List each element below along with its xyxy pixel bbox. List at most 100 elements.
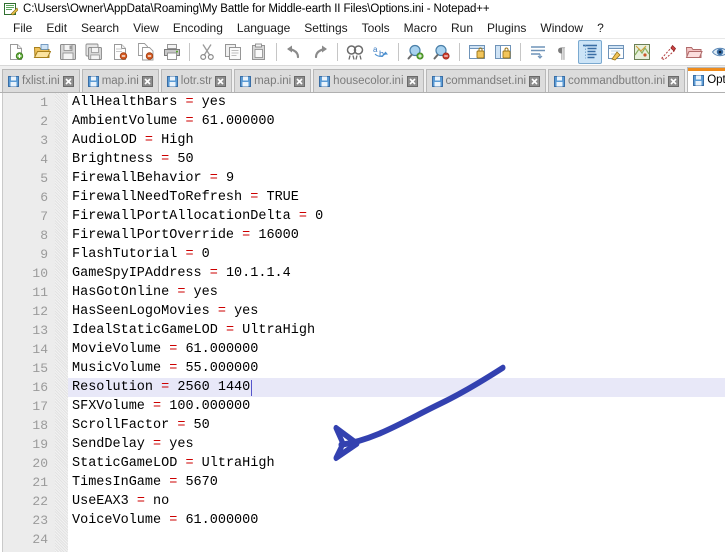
ini-value: UltraHigh xyxy=(201,456,275,471)
folder-as-workspace-icon[interactable] xyxy=(682,40,706,64)
menu-view[interactable]: View xyxy=(126,19,166,37)
tab-commandbutton-ini[interactable]: commandbutton.ini xyxy=(548,69,686,92)
code-line[interactable]: IdealStaticGameLOD = UltraHigh xyxy=(68,321,725,340)
code-line[interactable]: TimesInGame = 5670 xyxy=(68,473,725,492)
close-tab-icon[interactable] xyxy=(141,75,153,87)
close-file-icon[interactable] xyxy=(108,40,132,64)
code-line-content: TimesInGame = 5670 xyxy=(72,473,725,492)
cut-icon[interactable] xyxy=(195,40,219,64)
code-line[interactable]: StaticGameLOD = UltraHigh xyxy=(68,454,725,473)
ini-operator: = xyxy=(209,171,218,186)
word-wrap-icon[interactable] xyxy=(526,40,550,64)
print-icon[interactable] xyxy=(160,40,184,64)
document-map-icon[interactable] xyxy=(630,40,654,64)
line-number: 16 xyxy=(0,378,52,397)
save-icon[interactable] xyxy=(56,40,80,64)
zoom-out-icon[interactable] xyxy=(430,40,454,64)
close-tab-icon[interactable] xyxy=(62,75,74,87)
code-line[interactable]: FlashTutorial = 0 xyxy=(68,245,725,264)
user-defined-language-icon[interactable] xyxy=(604,40,628,64)
line-number-value: 13 xyxy=(32,323,48,338)
close-tab-icon[interactable] xyxy=(215,75,227,87)
tab-lotr-str[interactable]: lotr.str xyxy=(160,69,233,92)
code-line[interactable]: SFXVolume = 100.000000 xyxy=(68,397,725,416)
close-tab-icon[interactable] xyxy=(294,75,306,87)
code-line-content: AudioLOD = High xyxy=(72,131,725,150)
tab-options-ini[interactable]: Options.ini xyxy=(687,67,725,92)
ini-value: TRUE xyxy=(266,190,299,205)
code-line[interactable]: SendDelay = yes xyxy=(68,435,725,454)
ini-operator: = xyxy=(185,247,194,262)
close-tab-icon[interactable] xyxy=(668,75,680,87)
menu-run[interactable]: Run xyxy=(444,19,480,37)
code-line-content: FirewallPortOverride = 16000 xyxy=(72,226,725,245)
code-line[interactable]: FirewallPortAllocationDelta = 0 xyxy=(68,207,725,226)
code-line[interactable]: HasGotOnline = yes xyxy=(68,283,725,302)
close-tab-icon[interactable] xyxy=(406,75,418,87)
line-number-value: 2 xyxy=(40,114,48,129)
replace-icon[interactable]: a b xyxy=(369,40,393,64)
sync-vertical-scroll-icon[interactable] xyxy=(465,40,489,64)
menu-encoding[interactable]: Encoding xyxy=(166,19,230,37)
tab-map-ini-1[interactable]: map.ini xyxy=(81,69,159,92)
ini-operator: = xyxy=(169,475,178,490)
sync-horizontal-scroll-icon[interactable] xyxy=(491,40,515,64)
code-line[interactable]: HasSeenLogoMovies = yes xyxy=(68,302,725,321)
ini-value: 100.000000 xyxy=(169,399,251,414)
copy-icon[interactable] xyxy=(221,40,245,64)
code-line[interactable]: MovieVolume = 61.000000 xyxy=(68,340,725,359)
line-number: 7 xyxy=(0,207,52,226)
line-number: 9 xyxy=(0,245,52,264)
ini-value: 5670 xyxy=(185,475,218,490)
menu-bar: File Edit Search View Encoding Language … xyxy=(0,18,725,39)
menu-settings[interactable]: Settings xyxy=(297,19,354,37)
menu-edit[interactable]: Edit xyxy=(39,19,74,37)
ini-key: Resolution xyxy=(72,380,154,395)
editor-area[interactable]: AllHealthBars = yes AmbientVolume = 61.00… xyxy=(0,93,725,552)
open-file-icon[interactable] xyxy=(30,40,54,64)
line-number-value: 9 xyxy=(40,247,48,262)
code-line[interactable]: AmbientVolume = 61.000000 xyxy=(68,112,725,131)
close-tab-icon[interactable] xyxy=(529,75,541,87)
code-line[interactable]: Resolution = 2560 1440 xyxy=(68,378,725,397)
zoom-in-icon[interactable] xyxy=(404,40,428,64)
code-line[interactable]: AllHealthBars = yes xyxy=(68,93,725,112)
code-line[interactable]: ScrollFactor = 50 xyxy=(68,416,725,435)
paste-icon[interactable] xyxy=(247,40,271,64)
menu-help[interactable]: ? xyxy=(590,19,611,37)
menu-search[interactable]: Search xyxy=(74,19,126,37)
menu-window[interactable]: Window xyxy=(533,19,590,37)
code-line[interactable]: MusicVolume = 55.000000 xyxy=(68,359,725,378)
tab-commandset-ini[interactable]: commandset.ini xyxy=(425,69,547,92)
tab-map-ini-2[interactable]: map.ini xyxy=(234,69,312,92)
new-file-icon[interactable] xyxy=(4,40,28,64)
menu-language[interactable]: Language xyxy=(230,19,297,37)
line-number: 24 xyxy=(0,530,52,549)
code-line[interactable]: VoiceVolume = 61.000000 xyxy=(68,511,725,530)
redo-icon[interactable] xyxy=(308,40,332,64)
save-all-icon[interactable] xyxy=(82,40,106,64)
monitoring-icon[interactable] xyxy=(708,40,725,64)
code-line[interactable]: GameSpyIPAddress = 10.1.1.4 xyxy=(68,264,725,283)
code-line[interactable]: FirewallPortOverride = 16000 xyxy=(68,226,725,245)
find-icon[interactable] xyxy=(343,40,367,64)
menu-macro[interactable]: Macro xyxy=(397,19,444,37)
tab-label: fxlist.ini xyxy=(22,75,60,87)
code-line[interactable]: FirewallBehavior = 9 xyxy=(68,169,725,188)
code-line[interactable]: Brightness = 50 xyxy=(68,150,725,169)
function-list-icon[interactable] xyxy=(656,40,680,64)
tab-fxlist-ini[interactable]: fxlist.ini xyxy=(2,69,80,92)
code-line[interactable]: UseEAX3 = no xyxy=(68,492,725,511)
text-lines[interactable]: AllHealthBars = yes AmbientVolume = 61.00… xyxy=(68,93,725,552)
menu-file[interactable]: File xyxy=(6,19,39,37)
indent-guideline-icon[interactable] xyxy=(578,40,602,64)
code-line[interactable] xyxy=(68,530,725,549)
code-line[interactable]: AudioLOD = High xyxy=(68,131,725,150)
undo-icon[interactable] xyxy=(282,40,306,64)
show-all-characters-icon[interactable]: ¶ xyxy=(552,40,576,64)
menu-plugins[interactable]: Plugins xyxy=(480,19,533,37)
tab-housecolor-ini[interactable]: housecolor.ini xyxy=(313,69,424,92)
code-line[interactable]: FirewallNeedToRefresh = TRUE xyxy=(68,188,725,207)
close-all-files-icon[interactable] xyxy=(134,40,158,64)
menu-tools[interactable]: Tools xyxy=(355,19,397,37)
